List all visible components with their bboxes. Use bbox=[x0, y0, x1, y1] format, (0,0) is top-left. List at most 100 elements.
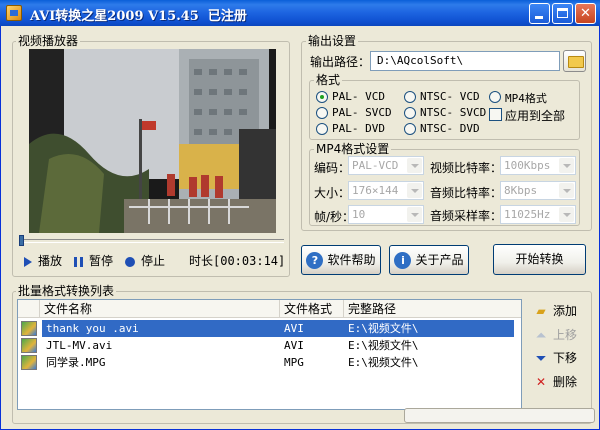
label-pal-svcd: PAL- SVCD bbox=[332, 106, 392, 119]
file-name-cell: JTL-MV.avi bbox=[46, 339, 113, 352]
label-ntsc-svcd: NTSC- SVCD bbox=[420, 106, 487, 119]
start-convert-label: 开始转换 bbox=[515, 252, 564, 266]
fps-value: 10 bbox=[352, 208, 366, 221]
video-preview[interactable] bbox=[29, 49, 276, 233]
help-icon: ? bbox=[306, 252, 324, 269]
play-button[interactable]: 播放 bbox=[24, 252, 62, 270]
radio-pal-dvd[interactable] bbox=[316, 123, 328, 135]
encode-select[interactable]: PAL-VCD bbox=[348, 156, 424, 175]
output-settings-title: 输出设置 bbox=[306, 34, 359, 48]
radio-ntsc-svcd[interactable] bbox=[404, 107, 416, 119]
delete-file-button[interactable]: ✕ 删除 bbox=[533, 373, 577, 391]
label-pal-vcd: PAL- VCD bbox=[332, 90, 385, 103]
move-up-button[interactable]: ⏶ 上移 bbox=[533, 326, 577, 344]
file-format-cell: AVI bbox=[284, 339, 304, 352]
file-path-cell: E:\视频文件\ bbox=[348, 356, 419, 369]
window-title: AVI转换之星2009 V15.45 已注册 bbox=[30, 9, 247, 24]
mp4-settings-title: MP4格式设置 bbox=[314, 142, 392, 156]
video-bitrate-select[interactable]: 100Kbps bbox=[500, 156, 576, 175]
move-down-label: 下移 bbox=[553, 351, 578, 365]
pause-icon bbox=[74, 256, 83, 267]
label-mp4: MP4格式 bbox=[505, 92, 547, 105]
info-icon: i bbox=[394, 252, 412, 269]
video-frame-image bbox=[29, 49, 276, 233]
stop-icon bbox=[125, 256, 135, 267]
file-format-cell: AVI bbox=[280, 320, 344, 337]
chevron-down-icon bbox=[407, 207, 422, 222]
play-icon bbox=[24, 256, 32, 267]
audio-sample-select[interactable]: 11025Hz bbox=[500, 205, 576, 224]
output-path-field[interactable]: D:\AQcolSoft\ bbox=[370, 51, 560, 71]
table-row[interactable]: thank you .avi AVI E:\视频文件\ bbox=[18, 320, 521, 337]
seek-bar-track[interactable] bbox=[20, 239, 284, 243]
video-file-icon bbox=[21, 338, 37, 353]
minimize-button[interactable] bbox=[529, 3, 550, 24]
chevron-down-icon bbox=[559, 183, 574, 198]
arrow-up-icon: ⏶ bbox=[536, 328, 546, 342]
label-pal-dvd: PAL- DVD bbox=[332, 122, 385, 135]
arrow-down-icon: ⏷ bbox=[536, 351, 546, 365]
close-button[interactable]: ✕ bbox=[575, 3, 596, 24]
delete-icon: ✕ bbox=[535, 375, 547, 389]
video-file-icon bbox=[21, 355, 37, 370]
radio-pal-svcd[interactable] bbox=[316, 107, 328, 119]
chevron-down-icon bbox=[559, 158, 574, 173]
size-value: 176×144 bbox=[352, 184, 399, 197]
help-button[interactable]: ? 软件帮助 bbox=[301, 245, 381, 275]
folder-icon bbox=[568, 56, 584, 68]
pause-button[interactable]: 暂停 bbox=[74, 252, 113, 270]
apply-all-label: 应用到全部 bbox=[505, 109, 566, 123]
audio-sample-label: 音频采样率： bbox=[430, 209, 503, 223]
output-path-label: 输出路径： bbox=[310, 55, 371, 69]
file-format-cell: MPG bbox=[284, 356, 304, 369]
move-down-button[interactable]: ⏷ 下移 bbox=[533, 349, 577, 367]
browse-folder-button[interactable] bbox=[563, 50, 586, 72]
add-label: 添加 bbox=[553, 304, 578, 318]
seek-bar-thumb[interactable] bbox=[19, 235, 24, 246]
audio-bitrate-label: 音频比特率： bbox=[430, 186, 503, 200]
audio-bitrate-value: 8Kbps bbox=[504, 184, 538, 197]
about-label: 关于产品 bbox=[415, 253, 464, 267]
column-header-name[interactable]: 文件名称 bbox=[40, 300, 280, 318]
column-header-icon[interactable] bbox=[18, 300, 40, 318]
column-header-format[interactable]: 文件格式 bbox=[280, 300, 344, 318]
add-file-button[interactable]: ▰ 添加 bbox=[533, 302, 577, 320]
video-bitrate-label: 视频比特率： bbox=[430, 161, 503, 175]
apply-all-checkbox[interactable] bbox=[489, 108, 502, 121]
audio-bitrate-select[interactable]: 8Kbps bbox=[500, 181, 576, 200]
radio-ntsc-dvd[interactable] bbox=[404, 123, 416, 135]
chevron-down-icon bbox=[407, 183, 422, 198]
format-title: 格式 bbox=[314, 73, 343, 87]
radio-ntsc-vcd[interactable] bbox=[404, 91, 416, 103]
title-bar[interactable]: AVI转换之星2009 V15.45 已注册 ✕ bbox=[0, 0, 600, 26]
file-name-cell: thank you .avi bbox=[42, 320, 280, 337]
play-label: 播放 bbox=[38, 254, 63, 268]
radio-pal-vcd[interactable] bbox=[316, 91, 328, 103]
horizontal-scrollbar[interactable] bbox=[404, 408, 595, 423]
video-file-icon bbox=[21, 321, 37, 336]
about-button[interactable]: i 关于产品 bbox=[389, 245, 469, 275]
size-label: 大小： bbox=[314, 186, 351, 200]
label-ntsc-vcd: NTSC- VCD bbox=[420, 90, 480, 103]
size-select[interactable]: 176×144 bbox=[348, 181, 424, 200]
stop-button[interactable]: 停止 bbox=[125, 252, 165, 270]
maximize-button[interactable] bbox=[552, 3, 573, 24]
radio-mp4[interactable] bbox=[489, 91, 501, 103]
help-label: 软件帮助 bbox=[327, 253, 376, 267]
file-path-cell: E:\视频文件\ bbox=[348, 339, 419, 352]
table-row[interactable]: JTL-MV.avi AVI E:\视频文件\ bbox=[18, 337, 521, 354]
label-ntsc-dvd: NTSC- DVD bbox=[420, 122, 480, 135]
duration-text: 时长[00:03:14] bbox=[189, 254, 286, 268]
app-icon bbox=[6, 5, 22, 21]
delete-label: 删除 bbox=[553, 375, 578, 389]
file-list[interactable]: 文件名称 文件格式 完整路径 thank you .avi AVI E:\视频文… bbox=[17, 299, 522, 410]
fps-select[interactable]: 10 bbox=[348, 205, 424, 224]
minimize-icon bbox=[535, 16, 543, 19]
column-header-path[interactable]: 完整路径 bbox=[344, 300, 521, 318]
chevron-down-icon bbox=[407, 158, 422, 173]
chevron-down-icon bbox=[559, 207, 574, 222]
maximize-icon bbox=[557, 8, 568, 18]
table-row[interactable]: 同学录.MPG MPG E:\视频文件\ bbox=[18, 354, 521, 371]
start-convert-button[interactable]: 开始转换 bbox=[493, 244, 586, 275]
pause-label: 暂停 bbox=[89, 254, 114, 268]
